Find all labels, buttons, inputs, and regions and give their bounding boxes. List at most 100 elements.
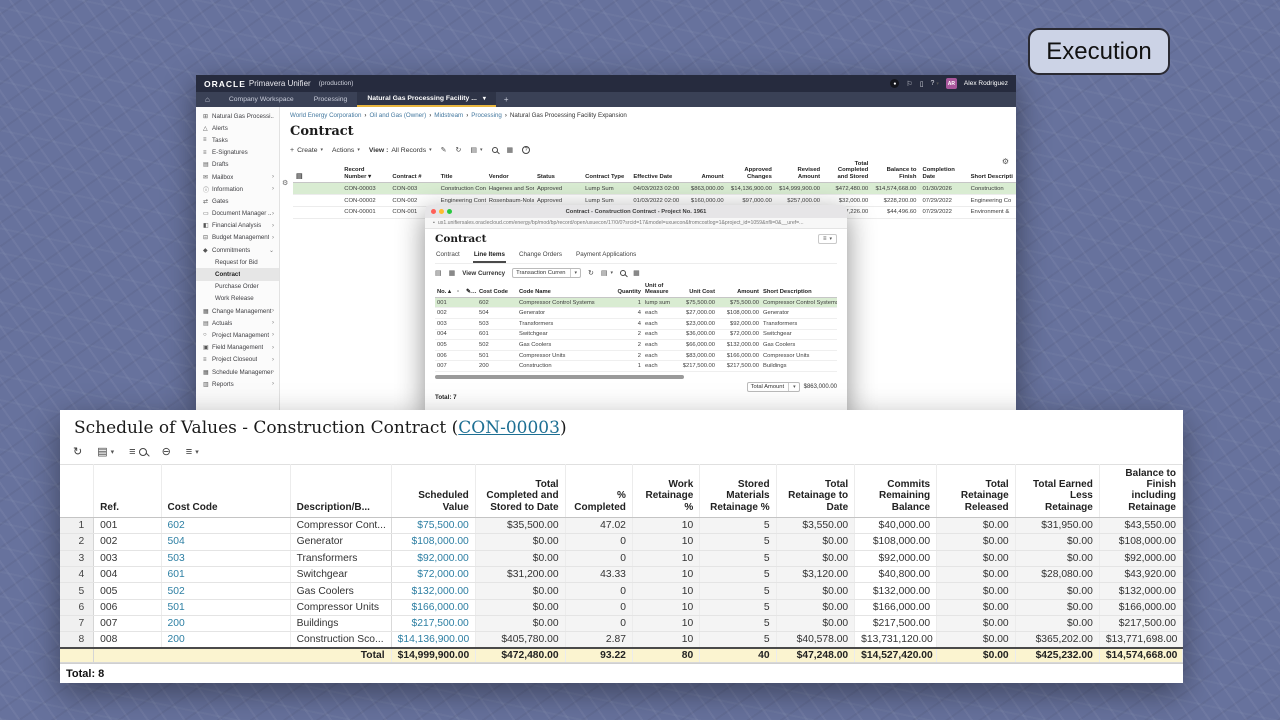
sov-col-stored_ret[interactable]: Stored Materials Retainage % — [700, 465, 776, 518]
sov-col-completed[interactable]: Total Completed and Stored to Date — [475, 465, 565, 518]
sidebar-item-alerts[interactable]: △Alerts — [196, 122, 279, 134]
print-button[interactable]: ▤ ▾ — [601, 269, 613, 277]
nav-tab-company-workspace[interactable]: Company Workspace — [219, 92, 304, 107]
log-col-select[interactable]: ▤ — [293, 159, 341, 183]
sov-col-sched[interactable]: Scheduled Value — [391, 465, 475, 518]
sov-col-ref[interactable]: Ref. — [94, 465, 161, 518]
log-col-record[interactable]: Record Number ▾ — [341, 159, 389, 183]
menu-button[interactable]: ≡ ▾ — [186, 446, 199, 458]
help-icon[interactable]: ? ▾ — [931, 80, 939, 87]
log-col-revised[interactable]: Revised Amount — [775, 159, 823, 183]
line-item-row-001[interactable]: 001602Compressor Control Systems1lump su… — [435, 297, 837, 308]
sidebar-item-commitments[interactable]: ◆Commitments⌄ — [196, 244, 279, 256]
item-col-amount[interactable]: Amount — [717, 282, 761, 297]
sidebar-item-request-for-bid[interactable]: Request for Bid — [196, 256, 279, 268]
print-button[interactable]: ▤ ▾ — [470, 146, 482, 154]
log-col-short[interactable]: Short Descripti — [968, 159, 1016, 183]
sov-col-earned[interactable]: Total Earned Less Retainage — [1015, 465, 1099, 518]
sidebar-item-purchase-order[interactable]: Purchase Order — [196, 281, 279, 293]
item-col-unit_cost[interactable]: Unit Cost — [673, 282, 717, 297]
sov-col-desc[interactable]: Description/B... — [290, 465, 391, 518]
refresh-icon[interactable]: ↻ — [456, 146, 462, 154]
grid-icon[interactable]: ▦ — [633, 269, 640, 277]
currency-select[interactable]: Transaction Curren ▾ — [512, 268, 581, 278]
line-item-row-006[interactable]: 006501Compressor Units2each$83,000.00$16… — [435, 350, 837, 361]
sidebar-item-reports[interactable]: ▥Reports› — [196, 378, 279, 390]
line-item-row-007[interactable]: 007200Construction1each$217,500.00$217,5… — [435, 361, 837, 372]
sov-cell-cost-code-link[interactable]: 502 — [161, 583, 290, 599]
filter-search-button[interactable]: ≡ — [129, 446, 146, 458]
row-gear-icon[interactable]: ⚙ — [282, 179, 288, 187]
sov-cell-cost-code-link[interactable]: 503 — [161, 550, 290, 566]
sidebar-item-field-management[interactable]: ▣Field Management› — [196, 342, 279, 354]
log-row-con-00003[interactable]: CON-00003CON-003Construction ContractHag… — [293, 183, 1016, 195]
sov-row-001[interactable]: 1001602Compressor Cont...$75,500.00$35,5… — [60, 517, 1183, 533]
sidebar-item-project-closeout[interactable]: ≡Project Closeout› — [196, 354, 279, 366]
nav-tab-natural-gas-processing-facility[interactable]: Natural Gas Processing Facility ...▾ — [357, 92, 496, 107]
sov-row-003[interactable]: 3003503Transformers$92,000.00$0.000105$0… — [60, 550, 1183, 566]
sidebar-item-financial-analysis[interactable]: ◧Financial Analysis› — [196, 220, 279, 232]
log-col-balance[interactable]: Balance to Finish — [871, 159, 919, 183]
popup-tab-line-items[interactable]: Line Items — [473, 249, 506, 263]
item-col-qty[interactable]: Quantity — [613, 282, 643, 297]
grid-icon[interactable]: ▦ — [507, 146, 514, 154]
line-item-row-003[interactable]: 003503Transformers4each$23,000.00$92,000… — [435, 318, 837, 329]
log-col-vendor[interactable]: Vendor — [486, 159, 534, 183]
nav-tab-processing[interactable]: Processing — [304, 92, 358, 107]
sidebar-item-information[interactable]: ⓘInformation› — [196, 183, 279, 195]
maximize-icon[interactable] — [447, 209, 452, 214]
popup-tab-contract[interactable]: Contract — [435, 249, 461, 263]
popup-tab-payment-applications[interactable]: Payment Applications — [575, 249, 637, 263]
sidebar-item-budget-management[interactable]: ⊟Budget Management› — [196, 232, 279, 244]
breadcrumb-item-midstream[interactable]: Midstream — [434, 112, 463, 119]
user-avatar[interactable]: AR — [946, 78, 957, 89]
sov-row-008[interactable]: 8008200Construction Sco...$14,136,900.00… — [60, 632, 1183, 648]
popup-menu-button[interactable]: ≡ ▾ — [818, 234, 837, 244]
notifications-icon[interactable]: ● — [890, 79, 899, 88]
sov-row-005[interactable]: 5005502Gas Coolers$132,000.00$0.000105$0… — [60, 583, 1183, 599]
search-icon[interactable] — [620, 270, 626, 276]
search-icon[interactable] — [492, 147, 498, 153]
sov-cell-cost-code-link[interactable]: 200 — [161, 616, 290, 632]
log-col-title[interactable]: Title — [438, 159, 486, 183]
view-selector[interactable]: View : All Records ▾ — [369, 147, 432, 154]
announcements-icon[interactable]: ⚐ — [906, 80, 912, 88]
chevron-down-icon[interactable]: ▾ — [483, 95, 486, 102]
log-col-completed[interactable]: Total Completed and Stored — [823, 159, 871, 183]
sov-col-n[interactable] — [60, 465, 94, 518]
create-button[interactable]: + Create ▾ — [290, 147, 323, 154]
sidebar-item-gates[interactable]: ⇄Gates — [196, 195, 279, 207]
bookmark-icon[interactable]: ▯ — [920, 80, 924, 88]
minimize-icon[interactable] — [439, 209, 444, 214]
log-col-contract[interactable]: Contract # — [389, 159, 437, 183]
home-icon[interactable]: ⌂ — [196, 92, 219, 107]
sidebar-item-contract[interactable]: Contract — [196, 268, 279, 280]
sidebar-item-schedule-management[interactable]: ▦Schedule Management› — [196, 366, 279, 378]
item-col-short[interactable]: Short Description — [761, 282, 837, 297]
sidebar-item-project-management[interactable]: ○Project Management› — [196, 329, 279, 341]
sov-cell-cost-code-link[interactable]: 200 — [161, 632, 290, 648]
edit-icon[interactable]: ✎ — [441, 146, 447, 154]
sidebar-item-document-manager[interactable]: ▭Document Manager ...› — [196, 208, 279, 220]
sidebar-item-actuals[interactable]: ▤Actuals› — [196, 317, 279, 329]
sov-col-btf[interactable]: Balance to Finish including Retainage — [1099, 465, 1182, 518]
log-col-type[interactable]: Contract Type — [582, 159, 630, 183]
sidebar-item-change-management[interactable]: ▦Change Management› — [196, 305, 279, 317]
breadcrumb-item-world-energy-corporation[interactable]: World Energy Corporation — [290, 112, 361, 119]
horizontal-scrollbar[interactable] — [435, 375, 684, 379]
line-item-row-004[interactable]: 004601Switchgear2each$36,000.00$72,000.0… — [435, 329, 837, 340]
sov-col-cost[interactable]: Cost Code — [161, 465, 290, 518]
log-col-amount[interactable]: Amount — [679, 159, 727, 183]
sidebar-item-work-release[interactable]: Work Release — [196, 293, 279, 305]
total-amount-select[interactable]: Total Amount ▾ — [747, 382, 800, 392]
log-col-effective[interactable]: Effective Date — [630, 159, 678, 183]
sov-row-006[interactable]: 6006501Compressor Units$166,000.00$0.000… — [60, 599, 1183, 615]
sov-row-002[interactable]: 2002504Generator$108,000.00$0.000105$0.0… — [60, 534, 1183, 550]
popup-tab-change-orders[interactable]: Change Orders — [518, 249, 563, 263]
close-icon[interactable] — [431, 209, 436, 214]
actions-button[interactable]: Actions ▾ — [332, 147, 360, 154]
item-col-no[interactable]: No. ▴ — [435, 282, 455, 297]
print-button[interactable]: ▤ ▾ — [97, 445, 114, 458]
refresh-icon[interactable]: ↻ — [73, 445, 82, 458]
rows-view-icon[interactable]: ▤ — [435, 269, 442, 277]
